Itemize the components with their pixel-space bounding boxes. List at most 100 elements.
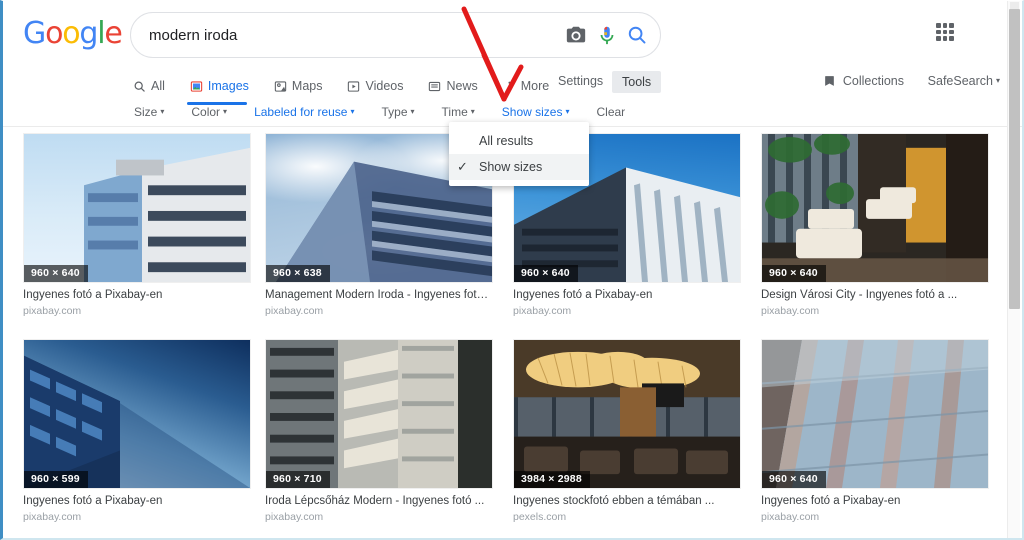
size-badge: 960 × 640 [762, 265, 826, 282]
size-badge: 960 × 640 [24, 265, 88, 282]
image-title[interactable]: Design Városi City - Ingyenes fotó a ... [761, 289, 989, 301]
tools-button[interactable]: Tools [612, 71, 662, 93]
logo-letter: o [45, 16, 63, 51]
search-input[interactable] [149, 13, 549, 57]
image-domain: pixabay.com [761, 511, 820, 523]
filter-label: Labeled for reuse [254, 105, 348, 119]
image-result-card[interactable]: 3984 × 2988 Ingyenes stockfotó ebben a t… [513, 339, 741, 523]
image-domain: pixabay.com [265, 511, 324, 523]
tab-news[interactable]: News [428, 71, 490, 101]
image-domain: pixabay.com [513, 305, 572, 317]
size-badge: 960 × 640 [514, 265, 578, 282]
search-icon[interactable] [626, 24, 648, 46]
image-results-grid: 960 × 640 Ingyenes fotó a Pixabay-en pix… [3, 127, 1022, 538]
search-header: Google modern iroda All Images Maps Vide… [3, 1, 1022, 127]
chevron-down-icon: ▾ [565, 107, 570, 116]
apps-dot [942, 29, 948, 35]
tab-images[interactable]: Images [186, 71, 262, 105]
apps-dot [942, 23, 948, 28]
vertical-scrollbar[interactable] [1007, 1, 1020, 538]
settings-button[interactable]: Settings [558, 74, 603, 88]
tab-label: Images [207, 79, 249, 93]
safesearch-label: SafeSearch [927, 74, 993, 88]
image-thumbnail[interactable]: 960 × 710 [265, 339, 493, 489]
safesearch-button[interactable]: SafeSearch ▾ [928, 74, 1000, 88]
image-title[interactable]: Ingyenes fotó a Pixabay-en [513, 289, 741, 301]
tab-label: News [446, 79, 478, 93]
microphone-icon[interactable] [596, 24, 618, 46]
image-title[interactable]: Ingyenes fotó a Pixabay-en [23, 495, 251, 507]
chevron-down-icon: ▾ [995, 76, 1000, 85]
image-result-card[interactable]: 960 × 710 Iroda Lépcsőház Modern - Ingye… [265, 339, 493, 523]
dropdown-item-all-results[interactable]: All results [449, 128, 589, 154]
tab-label: Maps [291, 79, 323, 93]
image-title[interactable]: Ingyenes stockfotó ebben a témában ... [513, 495, 741, 507]
scrollbar-thumb[interactable] [1009, 9, 1020, 309]
filter-usage-rights[interactable]: Labeled for reuse ▾ [254, 105, 354, 119]
curtain-wall-art [762, 340, 988, 488]
chevron-down-icon: ▾ [223, 107, 228, 116]
tab-all[interactable]: All [133, 71, 178, 101]
image-thumbnail[interactable]: 960 × 640 [761, 133, 989, 283]
image-icon [190, 80, 203, 92]
tab-maps[interactable]: Maps [274, 71, 336, 101]
show-sizes-dropdown: All results ✓ Show sizes [449, 122, 589, 186]
chevron-down-icon: ▾ [350, 107, 355, 116]
filter-label: Time [441, 105, 468, 119]
size-badge: 960 × 640 [762, 471, 826, 488]
filter-size[interactable]: Size ▾ [134, 105, 164, 119]
dropdown-item-label: All results [479, 134, 534, 148]
filter-color[interactable]: Color ▾ [191, 105, 227, 119]
image-title[interactable]: Iroda Lépcsőház Modern - Ingyenes fotó .… [265, 495, 493, 507]
size-badge: 960 × 710 [266, 471, 330, 488]
tab-videos[interactable]: Videos [347, 71, 416, 101]
filter-show-sizes[interactable]: Show sizes ▾ [502, 105, 570, 119]
newspaper-icon [429, 81, 441, 91]
image-result-card[interactable]: 960 × 640 Ingyenes fotó a Pixabay-en pix… [23, 133, 251, 317]
apps-dot [949, 23, 954, 28]
image-thumbnail[interactable]: 960 × 640 [23, 133, 251, 283]
golden-ceiling-lounge-art [514, 340, 740, 488]
search-nav-tabs: All Images Maps Videos News More [133, 71, 574, 105]
logo-letter: e [104, 16, 122, 51]
image-result-card[interactable]: 960 × 599 Ingyenes fotó a Pixabay-en pix… [23, 339, 251, 523]
image-title[interactable]: Ingyenes fotó a Pixabay-en [761, 495, 989, 507]
tab-label: All [151, 79, 165, 93]
image-domain: pixabay.com [265, 305, 324, 317]
apps-dot [936, 36, 941, 41]
dark-glass-facade-art [24, 340, 250, 488]
chevron-down-icon: ▾ [410, 107, 415, 116]
collections-button[interactable]: Collections [823, 74, 904, 88]
filter-type[interactable]: Type ▾ [381, 105, 414, 119]
image-thumbnail[interactable]: 960 × 640 [761, 339, 989, 489]
browser-page: Google modern iroda All Images Maps Vide… [0, 0, 1024, 540]
camera-icon[interactable] [565, 24, 587, 46]
dropdown-item-show-sizes[interactable]: ✓ Show sizes [449, 154, 589, 180]
apps-dot [949, 36, 954, 41]
apps-dot [949, 29, 954, 35]
image-domain: pexels.com [513, 511, 567, 523]
apps-grid-icon[interactable] [936, 23, 954, 41]
image-thumbnail[interactable]: 3984 × 2988 [513, 339, 741, 489]
image-result-card[interactable]: 960 × 640 Ingyenes fotó a Pixabay-en pix… [761, 339, 989, 523]
size-badge: 960 × 599 [24, 471, 88, 488]
logo-letter: G [23, 16, 46, 51]
bookmark-icon [825, 76, 834, 86]
image-thumbnail[interactable]: 960 × 599 [23, 339, 251, 489]
filter-label: Color [191, 105, 221, 119]
image-result-card[interactable]: 960 × 640 Design Városi City - Ingyenes … [761, 133, 989, 317]
image-domain: pixabay.com [761, 305, 820, 317]
filter-label: Show sizes [501, 105, 563, 119]
tab-label: Videos [365, 79, 404, 93]
size-badge: 3984 × 2988 [514, 471, 590, 488]
chevron-down-icon: ▾ [470, 107, 475, 116]
google-logo[interactable]: Google [23, 16, 123, 51]
search-box[interactable] [130, 12, 661, 58]
scroll-up-arrow[interactable] [1010, 2, 1019, 9]
filter-clear[interactable]: Clear [596, 105, 625, 119]
tab-more[interactable]: More [503, 71, 562, 101]
image-title[interactable]: Management Modern Iroda - Ingyenes fotó … [265, 289, 493, 301]
filter-time[interactable]: Time ▾ [442, 105, 475, 119]
image-title[interactable]: Ingyenes fotó a Pixabay-en [23, 289, 251, 301]
more-vert-icon [508, 81, 511, 91]
